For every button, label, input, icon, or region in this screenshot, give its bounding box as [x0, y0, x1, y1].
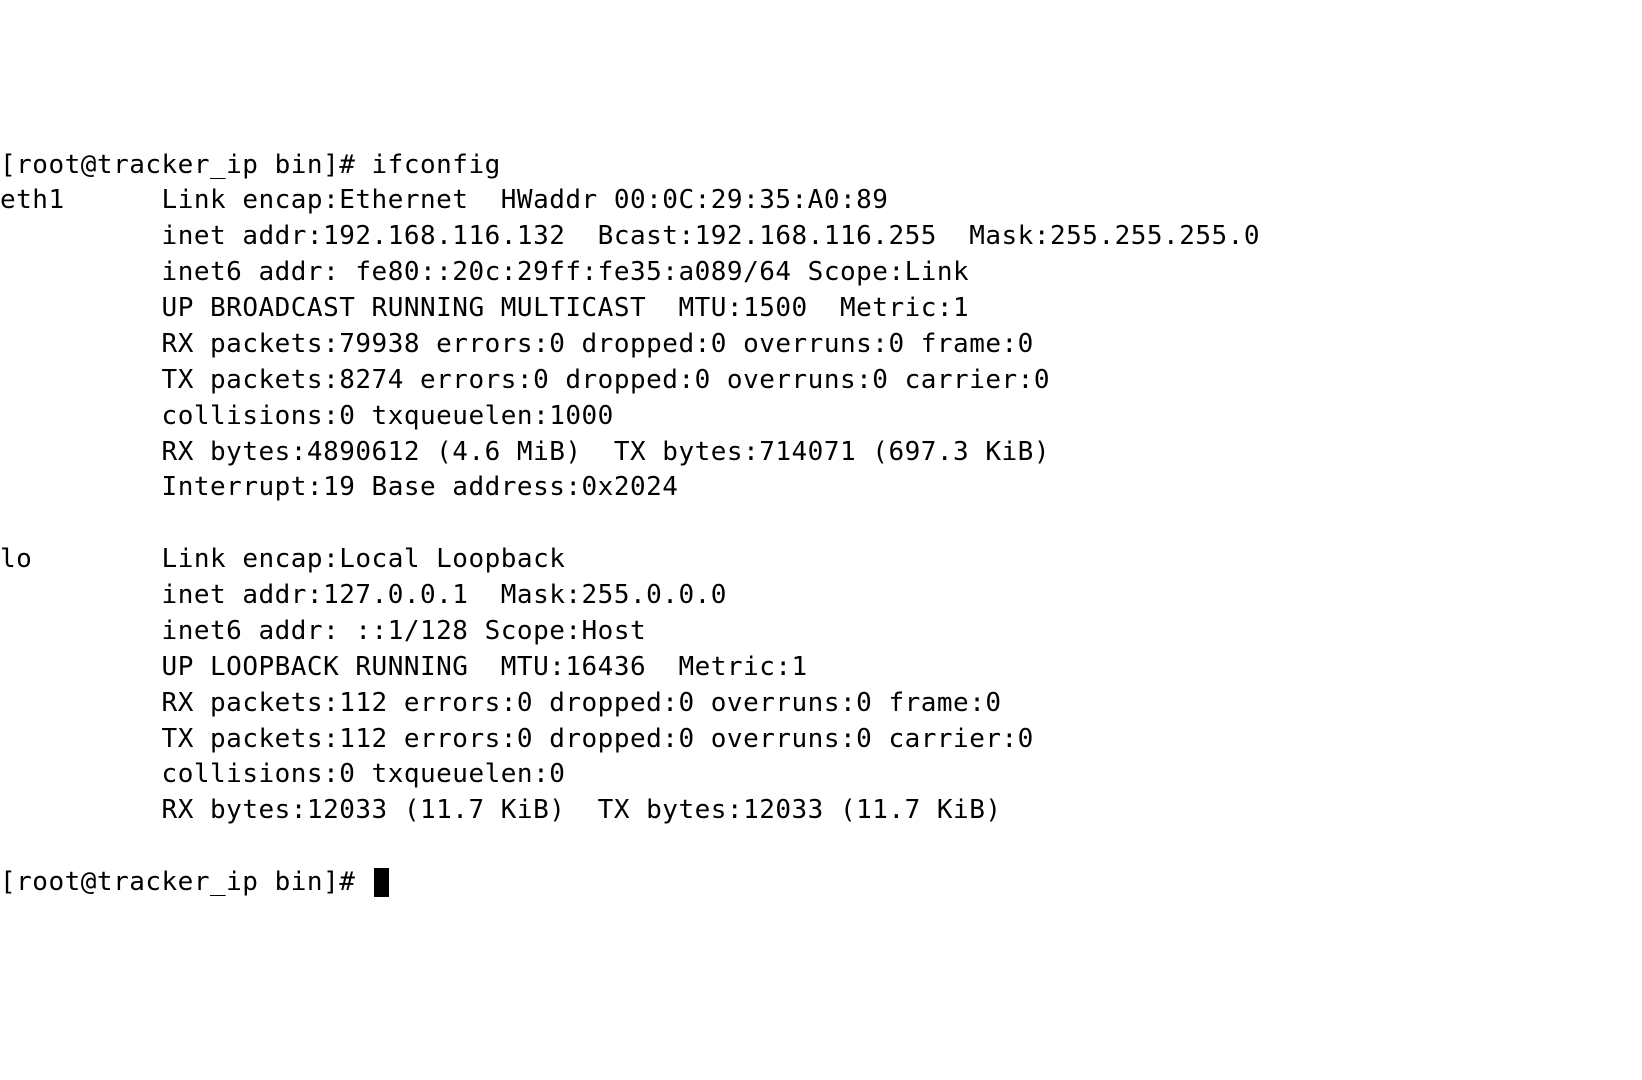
shell-prompt: [root@tracker_ip bin]# — [0, 150, 372, 180]
iface-name: eth1 — [0, 185, 65, 215]
iface-line: RX bytes:4890612 (4.6 MiB) TX bytes:7140… — [0, 437, 1050, 467]
iface-line: RX bytes:12033 (11.7 KiB) TX bytes:12033… — [0, 795, 1002, 825]
iface-line: inet6 addr: ::1/128 Scope:Host — [0, 616, 646, 646]
cursor-icon — [374, 868, 390, 897]
iface-line: inet addr:127.0.0.1 Mask:255.0.0.0 — [0, 580, 727, 610]
iface-line: TX packets:112 errors:0 dropped:0 overru… — [0, 724, 1034, 754]
prompt-line-1: [root@tracker_ip bin]# ifconfig — [0, 150, 501, 180]
shell-prompt: [root@tracker_ip bin]# — [0, 867, 372, 897]
iface-lo-header: lo Link encap:Local Loopback — [0, 544, 565, 574]
iface-line: inet addr:192.168.116.132 Bcast:192.168.… — [0, 221, 1260, 251]
terminal-output: [root@tracker_ip bin]# ifconfig eth1 Lin… — [0, 144, 1642, 901]
iface-eth1-header: eth1 Link encap:Ethernet HWaddr 00:0C:29… — [0, 185, 888, 215]
iface-line: Link encap:Ethernet HWaddr 00:0C:29:35:A… — [162, 185, 889, 215]
iface-line: UP LOOPBACK RUNNING MTU:16436 Metric:1 — [0, 652, 808, 682]
iface-line: Interrupt:19 Base address:0x2024 — [0, 472, 678, 502]
iface-line: collisions:0 txqueuelen:1000 — [0, 401, 614, 431]
iface-line: Link encap:Local Loopback — [162, 544, 566, 574]
iface-name: lo — [0, 544, 32, 574]
iface-line: RX packets:112 errors:0 dropped:0 overru… — [0, 688, 1002, 718]
iface-line: TX packets:8274 errors:0 dropped:0 overr… — [0, 365, 1050, 395]
prompt-line-2[interactable]: [root@tracker_ip bin]# — [0, 867, 389, 897]
iface-line: inet6 addr: fe80::20c:29ff:fe35:a089/64 … — [0, 257, 969, 287]
command-text: ifconfig — [372, 150, 501, 180]
iface-line: UP BROADCAST RUNNING MULTICAST MTU:1500 … — [0, 293, 969, 323]
iface-line: collisions:0 txqueuelen:0 — [0, 759, 565, 789]
iface-line: RX packets:79938 errors:0 dropped:0 over… — [0, 329, 1034, 359]
